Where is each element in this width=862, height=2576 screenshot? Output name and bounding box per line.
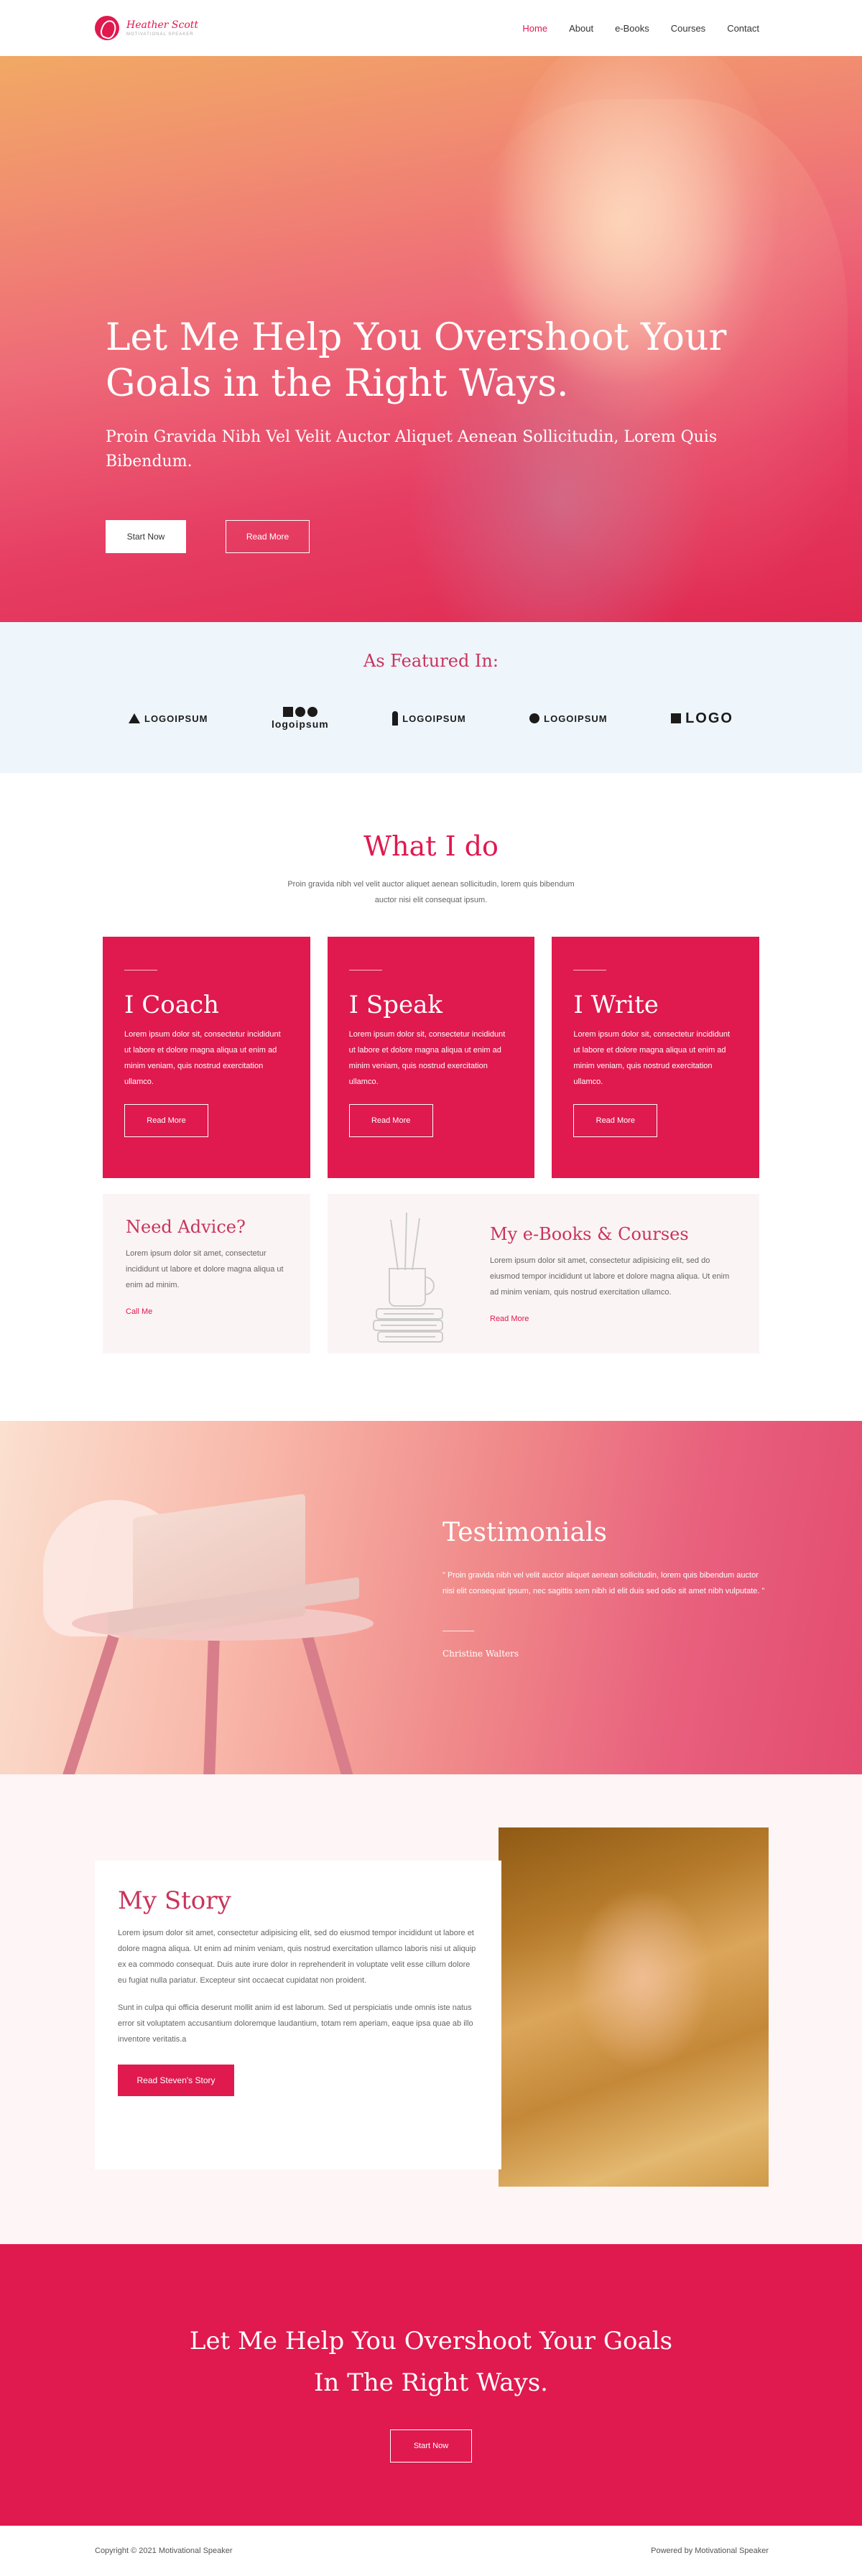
- card-read-more-button[interactable]: Read More: [124, 1104, 208, 1137]
- featured-logo-text: LOGOIPSUM: [402, 713, 466, 724]
- what-i-do-section: What I do Proin gravida nibh vel velit a…: [0, 773, 862, 1353]
- nav-item-courses[interactable]: Courses: [671, 23, 705, 34]
- testimonial-quote: " Proin gravida nibh vel velit auctor al…: [442, 1571, 765, 1595]
- featured-logo-3: LOGOIPSUM: [392, 711, 465, 726]
- advice-title: Need Advice?: [126, 1217, 246, 1237]
- cta-start-now-button[interactable]: Start Now: [390, 2429, 472, 2463]
- call-me-link[interactable]: Call Me: [126, 1307, 287, 1316]
- advice-card: Need Advice? Lorem ipsum dolor sit amet,…: [103, 1194, 310, 1353]
- service-cards: I Coach Lorem ipsum dolor sit, consectet…: [103, 937, 760, 1178]
- story-paragraph-2: Sunt in culpa qui officia deserunt molli…: [118, 2003, 473, 2044]
- footer: Copyright © 2021 Motivational Speaker Po…: [0, 2526, 862, 2576]
- nav-item-home[interactable]: Home: [522, 23, 547, 34]
- testimonials-title: Testimonials: [442, 1518, 607, 1547]
- cta-title: Let Me Help You Overshoot Your Goals In …: [189, 2327, 673, 2397]
- brand-text: Heather Scott MOTIVATIONAL SPEAKER: [126, 19, 198, 37]
- logo-square-icon: [671, 713, 682, 723]
- card-title: I Write: [573, 991, 659, 1019]
- chair-leg: [50, 1634, 119, 1774]
- books-and-pencils-icon: [373, 1212, 443, 1343]
- featured-logo-text: LOGOIPSUM: [144, 713, 208, 724]
- testimonials-section: Testimonials " Proin gravida nibh vel ve…: [0, 1421, 862, 1774]
- hero-buttons: Start Now Read More: [106, 520, 766, 553]
- nav-item-contact[interactable]: Contact: [727, 23, 759, 34]
- nav-item-ebooks[interactable]: e-Books: [615, 23, 649, 34]
- ebooks-card: My e-Books & Courses Lorem ipsum dolor s…: [328, 1194, 759, 1353]
- what-i-do-lead: Proin gravida nibh vel velit auctor aliq…: [287, 880, 575, 904]
- brand-tagline: MOTIVATIONAL SPEAKER: [126, 32, 194, 37]
- ebooks-text-block: My e-Books & Courses Lorem ipsum dolor s…: [490, 1224, 734, 1323]
- card-read-more-button[interactable]: Read More: [348, 1104, 433, 1137]
- service-card-coach: I Coach Lorem ipsum dolor sit, consectet…: [103, 937, 310, 1178]
- testimonial-content: Testimonials " Proin gravida nibh vel ve…: [442, 1518, 766, 1659]
- what-i-do-title: What I do: [363, 830, 499, 862]
- story-portrait-photo: [499, 1827, 769, 2187]
- card-text: Lorem ipsum dolor sit, consectetur incid…: [573, 1030, 731, 1086]
- service-card-write: I Write Lorem ipsum dolor sit, consectet…: [552, 937, 760, 1178]
- secondary-cards: Need Advice? Lorem ipsum dolor sit amet,…: [103, 1194, 759, 1353]
- featured-logo-text: logoipsum: [271, 718, 329, 730]
- ebooks-text: Lorem ipsum dolor sit amet, consectetur …: [490, 1256, 730, 1297]
- featured-logo-text: LOGOIPSUM: [544, 713, 608, 724]
- brand-mark-icon: [95, 16, 119, 40]
- top-navigation: Heather Scott MOTIVATIONAL SPEAKER Home …: [0, 0, 862, 56]
- featured-logo-4: LOGOIPSUM: [529, 713, 607, 724]
- featured-logos: LOGOIPSUM logoipsum LOGOIPSUM LOGOIPSUM …: [129, 707, 733, 730]
- hero-subtitle: Proin Gravida Nibh Vel Velit Auctor Aliq…: [106, 428, 718, 471]
- featured-logo-5: LOGO: [671, 710, 733, 727]
- logo-dots-icon: [282, 707, 318, 717]
- featured-logo-1: LOGOIPSUM: [129, 713, 208, 724]
- footer-powered-by: Powered by Motivational Speaker: [651, 2547, 769, 2555]
- main-menu: Home About e-Books Courses Contact: [522, 23, 759, 34]
- hero-title: Let Me Help You Overshoot Your Goals in …: [106, 316, 727, 405]
- logo-circle-icon: [529, 713, 540, 723]
- advice-text: Lorem ipsum dolor sit amet, consectetur …: [126, 1249, 284, 1289]
- card-title: I Coach: [124, 991, 219, 1019]
- ebooks-read-more-link[interactable]: Read More: [490, 1315, 734, 1323]
- featured-logo-text: LOGO: [685, 710, 733, 726]
- testimonial-author: Christine Walters: [442, 1649, 519, 1659]
- read-more-button[interactable]: Read More: [226, 520, 310, 553]
- chair-leg: [302, 1634, 365, 1774]
- hero-section: Let Me Help You Overshoot Your Goals in …: [0, 56, 862, 622]
- chair-leg: [201, 1636, 220, 1774]
- cta-section: Let Me Help You Overshoot Your Goals In …: [0, 2244, 862, 2526]
- featured-in-section: As Featured In: LOGOIPSUM logoipsum LOGO…: [0, 622, 862, 773]
- featured-logo-2: logoipsum: [272, 707, 329, 730]
- story-paragraph-1: Lorem ipsum dolor sit amet, consectetur …: [118, 1929, 476, 1985]
- card-read-more-button[interactable]: Read More: [573, 1104, 658, 1137]
- featured-title: As Featured In:: [363, 651, 499, 671]
- story-title: My Story: [118, 1886, 231, 1915]
- card-text: Lorem ipsum dolor sit, consectetur incid…: [124, 1030, 281, 1086]
- start-now-button[interactable]: Start Now: [106, 520, 186, 553]
- card-title: I Speak: [348, 991, 442, 1019]
- card-text: Lorem ipsum dolor sit, consectetur incid…: [348, 1030, 506, 1086]
- hero-content: Let Me Help You Overshoot Your Goals in …: [106, 315, 766, 553]
- logo-pen-icon: [392, 711, 399, 726]
- story-card: My Story Lorem ipsum dolor sit amet, con…: [95, 1861, 501, 2169]
- ebooks-title: My e-Books & Courses: [490, 1224, 689, 1244]
- my-story-section: My Story Lorem ipsum dolor sit amet, con…: [0, 1774, 862, 2244]
- service-card-speak: I Speak Lorem ipsum dolor sit, consectet…: [327, 937, 535, 1178]
- nav-item-about[interactable]: About: [569, 23, 593, 34]
- read-story-button[interactable]: Read Steven's Story: [118, 2065, 234, 2096]
- brand-logo[interactable]: Heather Scott MOTIVATIONAL SPEAKER: [95, 16, 198, 40]
- brand-name: Heather Scott: [126, 19, 199, 31]
- footer-copyright: Copyright © 2021 Motivational Speaker: [95, 2547, 233, 2555]
- logo-triangle-icon: [129, 713, 140, 723]
